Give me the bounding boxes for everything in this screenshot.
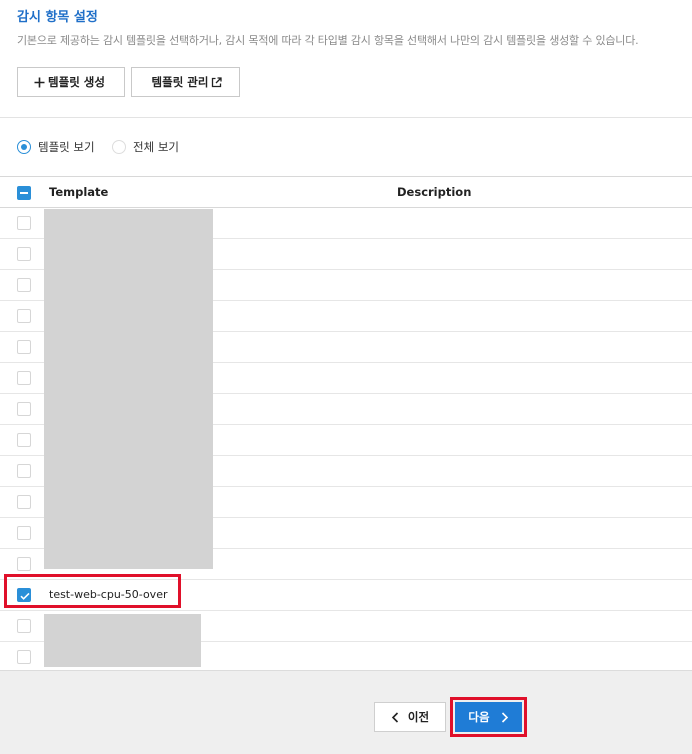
row-checkbox[interactable] bbox=[17, 495, 31, 509]
template-view-radio[interactable]: 템플릿 보기 bbox=[17, 138, 95, 156]
row-checkbox[interactable] bbox=[17, 619, 31, 633]
row-checkbox[interactable] bbox=[17, 433, 31, 447]
table-header: Template Description bbox=[0, 176, 692, 208]
divider bbox=[0, 117, 692, 118]
row-checkbox[interactable] bbox=[17, 247, 31, 261]
template-view-label: 템플릿 보기 bbox=[38, 140, 95, 154]
row-checkbox[interactable] bbox=[17, 371, 31, 385]
manage-template-label: 템플릿 관리 bbox=[151, 75, 209, 89]
column-header-description: Description bbox=[397, 185, 472, 199]
radio-selected-icon bbox=[17, 140, 31, 154]
select-all-checkbox[interactable] bbox=[17, 186, 31, 200]
all-view-label: 전체 보기 bbox=[133, 140, 179, 154]
row-checkbox[interactable] bbox=[17, 557, 31, 571]
create-template-label: 템플릿 생성 bbox=[48, 75, 105, 89]
radio-unselected-icon bbox=[112, 140, 126, 154]
manage-template-button[interactable]: 템플릿 관리 bbox=[131, 67, 240, 97]
previous-label: 이전 bbox=[407, 710, 430, 724]
section-title: 감시 항목 설정 bbox=[17, 10, 98, 25]
chevron-left-icon bbox=[391, 711, 399, 723]
highlight-box-next-button bbox=[450, 697, 527, 737]
footer-bar bbox=[0, 670, 692, 754]
redacted-block bbox=[44, 614, 201, 667]
row-checkbox[interactable] bbox=[17, 402, 31, 416]
redacted-block bbox=[44, 209, 213, 569]
highlight-box-selected-row bbox=[4, 574, 181, 608]
row-checkbox[interactable] bbox=[17, 464, 31, 478]
row-checkbox[interactable] bbox=[17, 526, 31, 540]
column-header-template: Template bbox=[49, 185, 109, 199]
create-template-button[interactable]: 템플릿 생성 bbox=[17, 67, 125, 97]
all-view-radio[interactable]: 전체 보기 bbox=[112, 138, 179, 156]
row-checkbox[interactable] bbox=[17, 278, 31, 292]
row-checkbox[interactable] bbox=[17, 340, 31, 354]
row-checkbox[interactable] bbox=[17, 650, 31, 664]
row-checkbox[interactable] bbox=[17, 216, 31, 230]
previous-button[interactable]: 이전 bbox=[374, 702, 446, 732]
section-header: 감시 항목 설정 기본으로 제공하는 감시 템플릿을 선택하거나, 감시 목적에… bbox=[17, 9, 677, 48]
plus-icon bbox=[34, 77, 45, 88]
row-checkbox[interactable] bbox=[17, 309, 31, 323]
external-link-icon bbox=[211, 76, 223, 88]
section-description: 기본으로 제공하는 감시 템플릿을 선택하거나, 감시 목적에 따라 각 타입별… bbox=[17, 34, 639, 47]
